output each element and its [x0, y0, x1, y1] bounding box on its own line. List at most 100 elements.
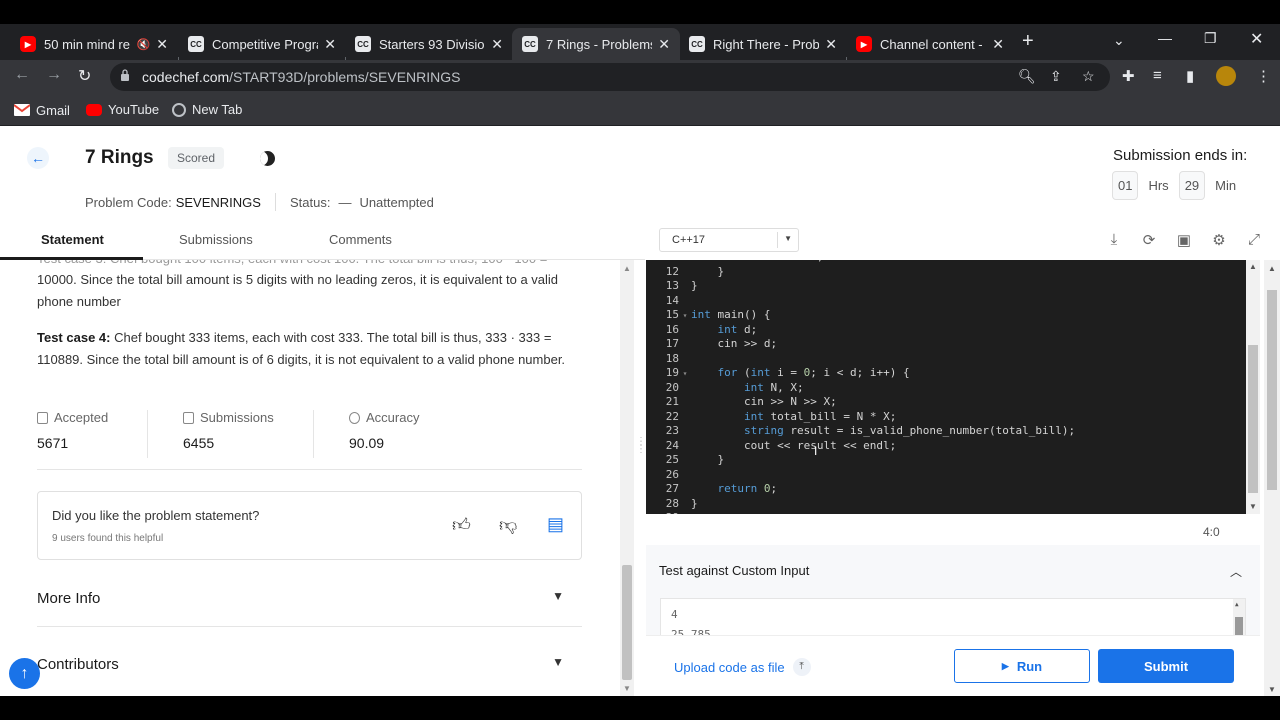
code-line[interactable]: 14: [646, 294, 691, 309]
bookmark-gmail[interactable]: Gmail: [14, 102, 70, 118]
download-icon[interactable]: ⤓: [1105, 231, 1123, 249]
extensions-puzzle-icon[interactable]: ✚: [1122, 67, 1135, 85]
scroll-up-arrow-icon[interactable]: ▲: [623, 264, 631, 273]
close-tab-icon[interactable]: ✕: [658, 36, 670, 53]
back-arrow-icon[interactable]: ←: [27, 147, 49, 169]
minutes-value: 29: [1178, 171, 1206, 200]
page-scrollbar[interactable]: ▲ ▼: [1264, 260, 1280, 696]
address-bar[interactable]: codechef.com/START93D/problems/SEVENRING…: [110, 63, 1110, 91]
save-icon[interactable]: ▣: [1175, 231, 1193, 249]
bookmark-new-tab[interactable]: New Tab: [172, 102, 242, 117]
scrollbar-thumb[interactable]: [1267, 290, 1277, 490]
close-tab-icon[interactable]: ✕: [825, 36, 837, 53]
code-line[interactable]: 28}: [646, 497, 698, 512]
code-line[interactable]: 12 }: [646, 265, 724, 280]
share-icon[interactable]: ⇪: [1050, 68, 1062, 85]
speaker-mute-icon[interactable]: 🔇: [137, 38, 151, 51]
media-control-icon[interactable]: ≡: [1153, 67, 1162, 84]
code-line[interactable]: 29: [646, 511, 691, 514]
browser-tab[interactable]: CC Competitive Progra ✕: [178, 28, 346, 60]
accordion-more-info[interactable]: More Info ▼: [37, 573, 582, 627]
line-number: 12: [665, 264, 679, 278]
code-line[interactable]: 27 return 0;: [646, 482, 777, 497]
code-line[interactable]: 19 ▾ for (int i = 0; i < d; i++) {: [646, 366, 910, 381]
tab-search-chevron-icon[interactable]: ⌄: [1113, 32, 1125, 49]
scroll-up-arrow-icon[interactable]: ▲: [1268, 264, 1276, 273]
run-button[interactable]: ▶ Run: [954, 649, 1090, 683]
scroll-down-arrow-icon[interactable]: ▼: [1268, 685, 1276, 694]
close-window-icon[interactable]: ✕: [1250, 29, 1263, 49]
fold-arrow-icon[interactable]: ▾: [679, 369, 691, 378]
browser-tab-active[interactable]: CC 7 Rings - Problems ✕: [512, 28, 680, 60]
code-line[interactable]: 23 string result = is_valid_phone_number…: [646, 424, 1075, 439]
problem-code: SEVENRINGS: [175, 194, 261, 210]
code-line[interactable]: 16 int d;: [646, 322, 758, 338]
pane-resize-handle[interactable]: ⋮ ⋮ ⋮: [636, 437, 646, 480]
code-text: int d;: [717, 322, 758, 336]
back-arrow-icon[interactable]: ←: [14, 66, 30, 84]
bookmark-star-icon[interactable]: ☆: [1082, 68, 1095, 85]
submit-button[interactable]: Submit: [1098, 649, 1234, 683]
zoom-search-icon[interactable]: 🔍︎: [1018, 68, 1036, 85]
reload-icon[interactable]: ↻: [78, 66, 91, 86]
code-line[interactable]: 25 }: [646, 453, 724, 468]
code-line[interactable]: 17 cin >> d;: [646, 337, 777, 352]
new-tab-plus-icon[interactable]: +: [1022, 30, 1034, 53]
forward-arrow-icon[interactable]: →: [46, 66, 62, 84]
stat-value: 6455: [183, 435, 215, 451]
fold-arrow-icon[interactable]: ▾: [679, 311, 691, 320]
statement-text: Test case 4: Chef bought 333 items, each…: [37, 327, 597, 350]
statement-scrollbar[interactable]: ▲ ▼: [620, 260, 634, 696]
close-tab-icon[interactable]: ✕: [992, 36, 1004, 53]
chevron-up-icon[interactable]: ︿: [1230, 563, 1242, 580]
profile-avatar[interactable]: [1216, 66, 1236, 86]
code-line[interactable]: 20 int N, X;: [646, 381, 804, 396]
fullscreen-icon[interactable]: ⤢: [1245, 231, 1263, 249]
restore-icon[interactable]: ❐: [1204, 30, 1217, 47]
code-line[interactable]: 24 cout << result << endl;: [646, 439, 897, 454]
browser-tab[interactable]: ▶ Channel content - Y ✕: [846, 28, 1014, 60]
bookmark-youtube[interactable]: YouTube: [86, 102, 159, 117]
thumbs-down-icon[interactable]: 👎︎: [499, 514, 517, 536]
scroll-up-arrow-icon[interactable]: ▲: [1235, 601, 1239, 608]
code-line[interactable]: 15 ▾ int main() {: [646, 308, 771, 323]
close-tab-icon[interactable]: ✕: [324, 36, 336, 53]
scroll-up-arrow-icon[interactable]: ▲: [1249, 262, 1257, 271]
youtube-icon: [86, 103, 102, 116]
settings-gear-icon[interactable]: ⚙: [1210, 231, 1228, 249]
input-scrollbar[interactable]: ▲: [1233, 599, 1245, 637]
line-number: 26: [665, 467, 679, 481]
scroll-down-arrow-icon[interactable]: ▼: [623, 684, 631, 693]
thumbs-up-icon[interactable]: 👍︎: [452, 514, 471, 536]
editor-scrollbar[interactable]: ▲ ▼: [1246, 260, 1260, 514]
code-line[interactable]: 22 int total_bill = N * X;: [646, 410, 897, 425]
browser-tab[interactable]: CC Starters 93 Division ✕: [345, 28, 513, 60]
line-number: 20: [665, 380, 679, 394]
tab-submissions[interactable]: Submissions: [179, 232, 253, 247]
scroll-down-arrow-icon[interactable]: ▼: [1249, 502, 1257, 511]
scroll-to-top-button[interactable]: ↑: [9, 658, 40, 689]
scrollbar-thumb[interactable]: [1248, 345, 1258, 493]
upload-code-link[interactable]: Upload code as file ⤒: [674, 658, 811, 676]
scrollbar-thumb[interactable]: [622, 565, 632, 680]
accordion-contributors[interactable]: Contributors ▼: [37, 639, 582, 693]
language-select[interactable]: C++17 ▼: [659, 228, 799, 252]
code-line[interactable]: 26: [646, 468, 691, 483]
minimize-icon[interactable]: —: [1158, 30, 1172, 46]
browser-tab[interactable]: CC Right There - Probl ✕: [679, 28, 847, 60]
close-tab-icon[interactable]: ✕: [491, 36, 503, 53]
code-editor[interactable]: 11 return "NO";12 }13}1415▾int main() {1…: [646, 260, 1246, 514]
browser-tab[interactable]: ▶ 50 min mind re 🔇 ✕: [10, 28, 178, 60]
custom-input-textarea[interactable]: 4 25 785 ▲: [660, 598, 1246, 638]
code-line[interactable]: 13}: [646, 279, 698, 294]
side-panel-icon[interactable]: ▮: [1186, 67, 1194, 85]
code-line[interactable]: 18: [646, 352, 691, 367]
reset-code-icon[interactable]: ⟳: [1140, 231, 1158, 249]
close-tab-icon[interactable]: ✕: [156, 36, 168, 53]
comment-icon[interactable]: ▤: [547, 514, 564, 535]
dark-mode-toggle-icon[interactable]: [260, 151, 275, 166]
menu-kebab-icon[interactable]: ⋮: [1256, 67, 1271, 85]
tab-statement[interactable]: Statement: [41, 232, 104, 247]
tab-comments[interactable]: Comments: [329, 232, 392, 247]
code-line[interactable]: 21 cin >> N >> X;: [646, 395, 837, 410]
